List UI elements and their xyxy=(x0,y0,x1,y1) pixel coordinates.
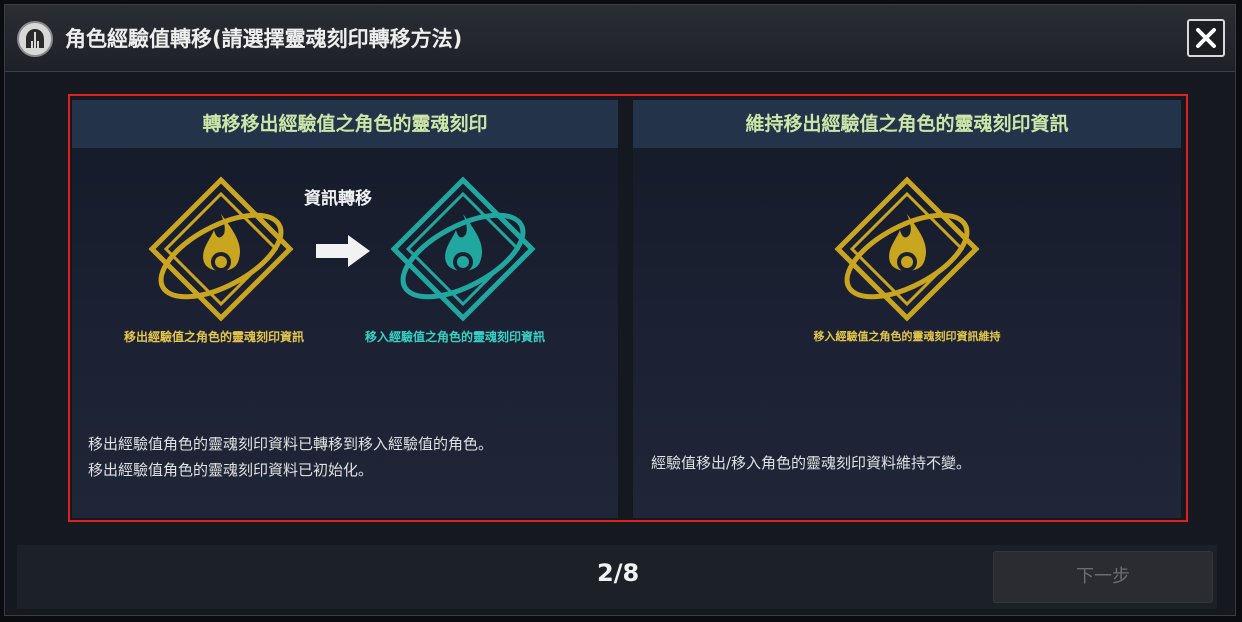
description-line: 經驗值移出/移入角色的靈魂刻印資料維持不變。 xyxy=(651,454,972,472)
teal-soul-engrave-emblem-icon xyxy=(390,176,536,322)
close-icon xyxy=(1196,28,1216,48)
option-keep-engrave[interactable]: 維持移出經驗值之角色的靈魂刻印資訊 移入經驗值之角色的靈魂刻印資訊維持 經驗值移… xyxy=(633,100,1181,518)
close-button[interactable] xyxy=(1187,19,1225,57)
arrow-right-icon xyxy=(316,235,370,267)
gold-soul-engrave-emblem-icon xyxy=(834,176,980,322)
transfer-info-label: 資訊轉移 xyxy=(304,189,372,209)
source-engrave-caption: 移出經驗值之角色的靈魂刻印資訊 xyxy=(124,330,305,344)
gold-soul-engrave-emblem-icon xyxy=(148,176,294,322)
next-button[interactable]: 下一步 xyxy=(993,551,1213,603)
helmet-icon xyxy=(17,21,53,57)
dialog-title: 角色經驗值轉移(請選擇靈魂刻印轉移方法) xyxy=(65,27,463,51)
option-keep-description: 經驗值移出/移入角色的靈魂刻印資料維持不變。 xyxy=(651,450,971,476)
target-engrave-caption: 移入經驗值之角色的靈魂刻印資訊 xyxy=(365,330,546,344)
page-indicator: 2/8 xyxy=(597,559,640,587)
description-line: 移出經驗值角色的靈魂刻印資料已轉移到移入經驗值的角色。 xyxy=(88,435,494,453)
keep-engrave-caption: 移入經驗值之角色的靈魂刻印資訊維持 xyxy=(813,330,1001,343)
option-keep-heading: 維持移出經驗值之角色的靈魂刻印資訊 xyxy=(633,100,1181,148)
options-highlight-frame: 轉移移出經驗值之角色的靈魂刻印 資訊轉移 移出經驗值之角色的靈魂刻印資訊 移入經… xyxy=(68,94,1188,522)
option-transfer-description: 移出經驗值角色的靈魂刻印資料已轉移到移入經驗值的角色。 移出經驗值角色的靈魂刻印… xyxy=(88,431,493,483)
dialog-footer: 2/8 下一步 xyxy=(17,545,1217,609)
option-transfer-heading: 轉移移出經驗值之角色的靈魂刻印 xyxy=(72,100,618,148)
option-transfer-engrave[interactable]: 轉移移出經驗值之角色的靈魂刻印 資訊轉移 移出經驗值之角色的靈魂刻印資訊 移入經… xyxy=(72,100,618,518)
dialog-titlebar: 角色經驗值轉移(請選擇靈魂刻印轉移方法) xyxy=(5,5,1235,72)
soul-engrave-transfer-dialog: 角色經驗值轉移(請選擇靈魂刻印轉移方法) 轉移移出經驗值之角色的靈魂刻印 資訊轉… xyxy=(4,4,1236,616)
description-line: 移出經驗值角色的靈魂刻印資料已初始化。 xyxy=(88,461,374,479)
